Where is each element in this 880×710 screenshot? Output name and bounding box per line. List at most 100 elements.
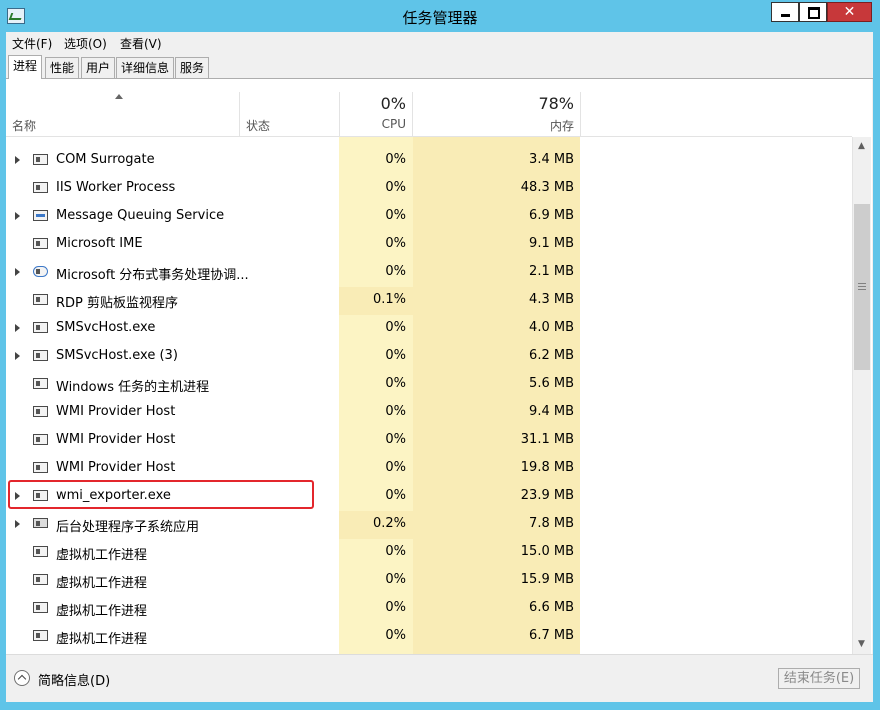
printer-icon — [33, 518, 48, 528]
collapse-details-icon[interactable] — [14, 670, 30, 686]
memory-value: 6.9 MB — [529, 208, 574, 223]
process-name: IIS Worker Process — [56, 180, 176, 195]
app-icon — [33, 322, 48, 333]
expand-arrow-icon[interactable] — [15, 520, 20, 528]
tab-services[interactable]: 服务 — [175, 57, 210, 78]
partially-hidden-row — [56, 130, 132, 137]
app-icon — [33, 574, 48, 585]
memory-value: 31.1 MB — [520, 432, 574, 447]
app-icon — [33, 154, 48, 165]
process-name: 虚拟机工作进程 — [56, 632, 148, 647]
minimize-button[interactable] — [771, 2, 799, 22]
menu-file[interactable]: 文件(F) — [12, 35, 52, 52]
memory-value: 15.0 MB — [520, 544, 574, 559]
cpu-value: 0.2% — [372, 516, 406, 531]
app-icon — [33, 630, 48, 641]
app-icon — [33, 238, 48, 249]
cpu-value: 0% — [385, 572, 406, 587]
menu-view[interactable]: 查看(V) — [120, 35, 162, 52]
fewer-details-link[interactable]: 简略信息(D) — [38, 670, 110, 689]
cpu-value: 0% — [385, 180, 406, 195]
memory-value: 6.7 MB — [529, 628, 574, 643]
memory-value: 7.8 MB — [529, 516, 574, 531]
app-icon — [33, 294, 48, 305]
expand-arrow-icon[interactable] — [15, 324, 20, 332]
process-name: 虚拟机工作进程 — [56, 548, 148, 563]
process-name: 虚拟机工作进程 — [56, 576, 148, 591]
column-header-memory[interactable]: 内存 — [413, 117, 574, 134]
wmi-icon — [33, 462, 48, 473]
tab-users[interactable]: 用户 — [81, 57, 116, 78]
menu-options[interactable]: 选项(O) — [64, 35, 107, 52]
process-name: SMSvcHost.exe (3) — [56, 348, 178, 363]
cpu-value: 0% — [385, 320, 406, 335]
memory-value: 5.6 MB — [529, 376, 574, 391]
cpu-value: 0% — [385, 264, 406, 279]
wmi-icon — [33, 406, 48, 417]
service-icon — [33, 210, 48, 221]
expand-arrow-icon[interactable] — [15, 156, 20, 164]
process-name: RDP 剪贴板监视程序 — [56, 296, 179, 311]
cpu-value: 0% — [385, 600, 406, 615]
memory-value: 3.4 MB — [529, 152, 574, 167]
sort-ascending-icon — [115, 94, 123, 99]
cpu-value: 0% — [385, 544, 406, 559]
memory-value: 9.1 MB — [529, 236, 574, 251]
memory-value: 6.2 MB — [529, 348, 574, 363]
tab-performance[interactable]: 性能 — [45, 57, 80, 78]
column-header-name[interactable]: 名称 — [12, 117, 36, 134]
cpu-value: 0.1% — [372, 292, 406, 307]
column-divider[interactable] — [580, 92, 581, 136]
tab-details[interactable]: 详细信息 — [116, 57, 175, 78]
memory-value: 4.0 MB — [529, 320, 574, 335]
wmi-icon — [33, 434, 48, 445]
memory-total-percent[interactable]: 78% — [413, 94, 574, 113]
process-name: WMI Provider Host — [56, 432, 176, 447]
memory-value: 19.8 MB — [520, 460, 574, 475]
process-name: WMI Provider Host — [56, 404, 176, 419]
scroll-down-arrow-icon[interactable]: ▼ — [852, 636, 871, 653]
cpu-value: 0% — [385, 460, 406, 475]
expand-arrow-icon[interactable] — [15, 268, 20, 276]
process-name: Windows 任务的主机进程 — [56, 380, 210, 395]
cpu-value: 0% — [385, 348, 406, 363]
app-icon — [33, 350, 48, 361]
process-name: 虚拟机工作进程 — [56, 604, 148, 619]
process-name: WMI Provider Host — [56, 460, 176, 475]
process-name: COM Surrogate — [56, 152, 155, 167]
column-header-status[interactable]: 状态 — [246, 117, 270, 134]
scrollbar-thumb[interactable] — [854, 204, 870, 370]
highlight-annotation — [8, 480, 314, 509]
tab-processes[interactable]: 进程 — [8, 55, 43, 79]
memory-value: 23.9 MB — [520, 488, 574, 503]
expand-arrow-icon[interactable] — [15, 212, 20, 220]
cpu-value: 0% — [385, 208, 406, 223]
cpu-value: 0% — [385, 236, 406, 251]
cpu-value: 0% — [385, 376, 406, 391]
scroll-grip-icon — [858, 289, 866, 290]
end-task-button[interactable]: 结束任务(E) — [778, 668, 860, 689]
expand-arrow-icon[interactable] — [15, 352, 20, 360]
process-name: 后台处理程序子系统应用 — [56, 520, 200, 535]
maximize-button[interactable] — [799, 2, 827, 22]
close-button[interactable]: ✕ — [827, 2, 872, 22]
process-name: Message Queuing Service — [56, 208, 225, 223]
app-icon — [33, 602, 48, 613]
scroll-up-arrow-icon[interactable]: ▲ — [852, 138, 871, 155]
memory-value: 6.6 MB — [529, 600, 574, 615]
app-icon — [33, 378, 48, 389]
process-name: Microsoft IME — [56, 236, 143, 251]
cpu-value: 0% — [385, 488, 406, 503]
cpu-value: 0% — [385, 628, 406, 643]
process-name: SMSvcHost.exe — [56, 320, 156, 335]
cpu-value: 0% — [385, 404, 406, 419]
column-divider[interactable] — [239, 92, 240, 136]
memory-value: 48.3 MB — [520, 180, 574, 195]
cpu-total-percent[interactable]: 0% — [339, 94, 406, 113]
scroll-grip-icon — [858, 286, 866, 287]
window-title: 任务管理器 — [402, 9, 478, 27]
footer-divider — [6, 654, 873, 655]
memory-value: 15.9 MB — [520, 572, 574, 587]
column-header-cpu[interactable]: CPU — [339, 117, 406, 131]
memory-value: 2.1 MB — [529, 264, 574, 279]
